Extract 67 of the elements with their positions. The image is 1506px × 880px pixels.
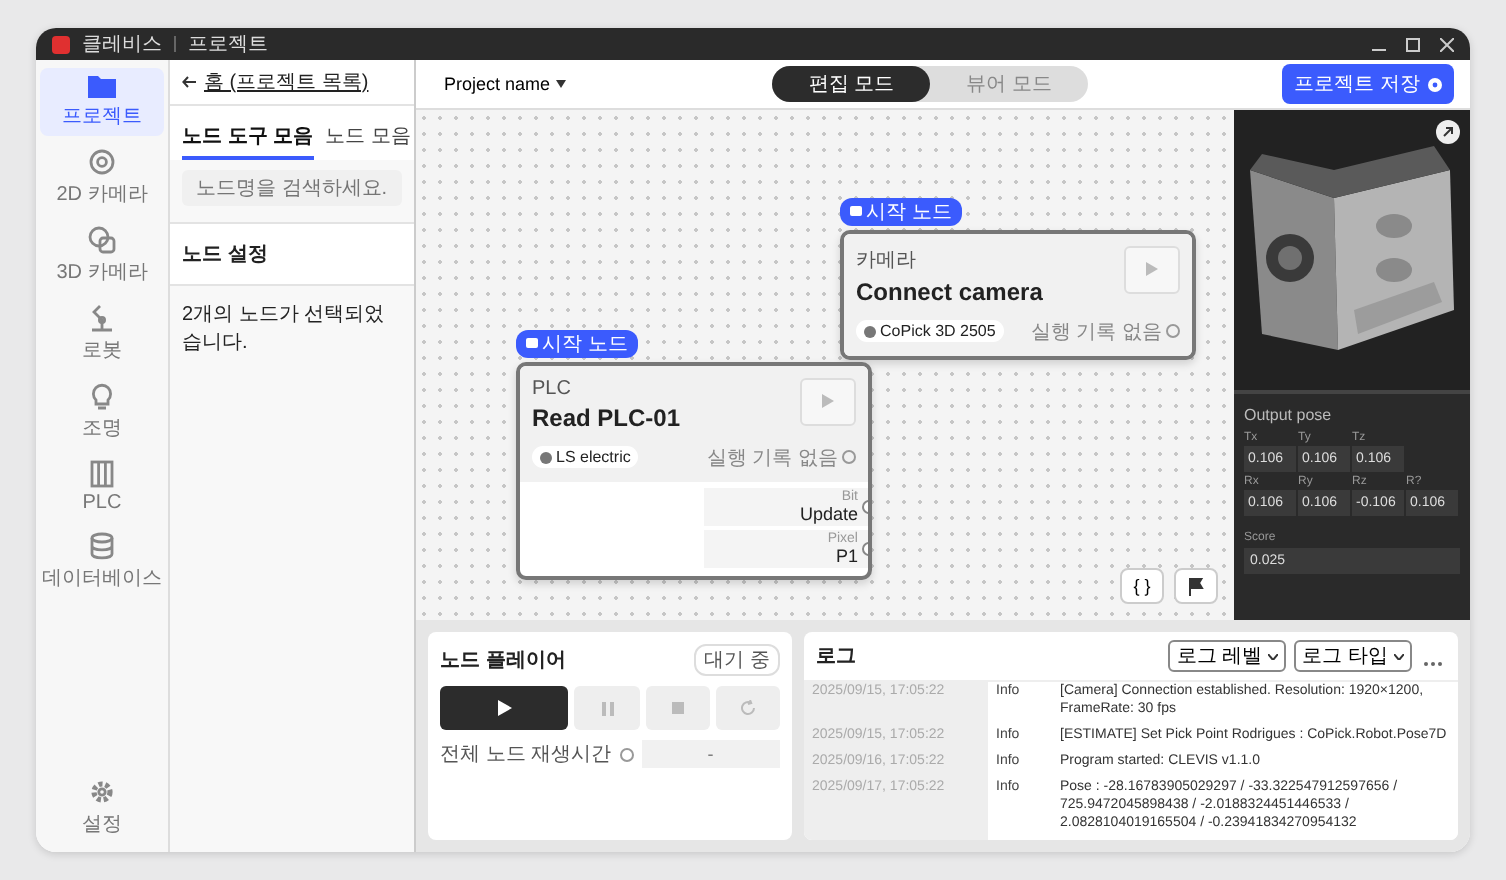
node-title: Read PLC-01 <box>532 403 683 431</box>
folder-icon <box>88 74 116 98</box>
search-field[interactable]: 노드명을 검색하세요. <box>182 170 402 206</box>
play-icon <box>1146 262 1158 276</box>
selection-message: 2개의 노드가 선택되었습니다. <box>180 302 387 358</box>
sidebar-item[interactable]: 데이터베이스 <box>40 526 164 598</box>
panel-tab[interactable]: 노드 모음 <box>325 118 411 160</box>
section-title: Output pose <box>1244 406 1334 424</box>
run-node-button[interactable] <box>1124 245 1180 293</box>
run-status: 실행 기록 없음 <box>706 443 856 471</box>
expand-icon[interactable] <box>1436 120 1460 144</box>
sidebar-item[interactable]: 로봇 <box>40 298 164 370</box>
sidebar-item[interactable]: 프로젝트 <box>40 68 164 136</box>
close-icon[interactable] <box>1440 37 1454 51</box>
settings-icon <box>88 778 116 806</box>
sidebar-item[interactable]: PLC <box>40 454 164 520</box>
start-node-badge: 시작 노드 <box>840 197 962 225</box>
panel-title: 노드 플레이어 <box>440 648 566 674</box>
aperture-icon <box>88 148 116 176</box>
panel-tab[interactable]: 노드 도구 모음 <box>182 118 314 160</box>
back-arrow-icon[interactable] <box>182 76 196 88</box>
sidebar-item[interactable]: 3D 카메라 <box>40 220 164 292</box>
device-chip: CoPick 3D 2505 <box>856 320 1004 342</box>
info-icon <box>1166 324 1180 338</box>
window-title: 프로젝트 <box>188 32 268 58</box>
database-icon <box>90 532 114 560</box>
device-chip: LS electric <box>532 446 639 468</box>
node-category: 카메라 <box>856 247 918 273</box>
mode-toggle[interactable]: 편집 모드 <box>772 66 931 102</box>
app-logo-icon <box>52 35 70 53</box>
robot-arm-icon <box>88 304 116 332</box>
run-node-button[interactable] <box>800 377 856 425</box>
sidebar-item[interactable]: 2D 카메라 <box>40 142 164 214</box>
info-icon <box>619 747 634 761</box>
panel-title: 로그 <box>816 644 856 670</box>
plc-icon <box>90 460 114 488</box>
app-name: 클레비스 <box>82 32 162 58</box>
stop-icon <box>671 702 684 714</box>
sidebar-item[interactable]: 설정 <box>40 772 164 844</box>
bulb-icon <box>90 382 114 410</box>
node-category: PLC <box>532 377 573 399</box>
lens-icon <box>88 226 116 254</box>
caret-icon <box>1268 653 1279 659</box>
node-card[interactable]: 카메라 Connect camera CoPick 3D 2505 실행 기록 없음 <box>840 229 1196 359</box>
start-node-badge: 시작 노드 <box>516 329 638 357</box>
pause-icon <box>601 701 613 715</box>
refresh-icon <box>739 700 756 716</box>
panel-title: 노드 설정 <box>170 222 414 286</box>
filter-dropdown[interactable]: 로그 레벨 <box>1168 640 1287 672</box>
run-status: 실행 기록 없음 <box>1030 317 1180 345</box>
caret-icon <box>556 80 567 88</box>
sidebar-item[interactable]: 조명 <box>40 376 164 448</box>
total-time-value: - <box>641 740 780 768</box>
status-badge: 대기 중 <box>694 644 780 676</box>
play-button[interactable] <box>440 686 569 730</box>
caret-icon <box>1394 653 1404 659</box>
code-button[interactable]: { } <box>1120 568 1164 604</box>
node-title: Connect camera <box>856 277 1045 305</box>
flag-button[interactable] <box>1174 568 1218 604</box>
project-name-dropdown[interactable]: Project name <box>432 72 579 96</box>
maximize-icon[interactable] <box>1406 37 1420 51</box>
play-icon <box>497 700 512 716</box>
total-time-label: 전체 노드 재생시간 <box>440 742 612 768</box>
filter-dropdown[interactable]: 로그 타입 <box>1294 640 1412 672</box>
save-project-button[interactable]: 프로젝트 저장 <box>1282 64 1454 104</box>
info-icon <box>842 450 856 464</box>
play-icon <box>822 394 834 408</box>
